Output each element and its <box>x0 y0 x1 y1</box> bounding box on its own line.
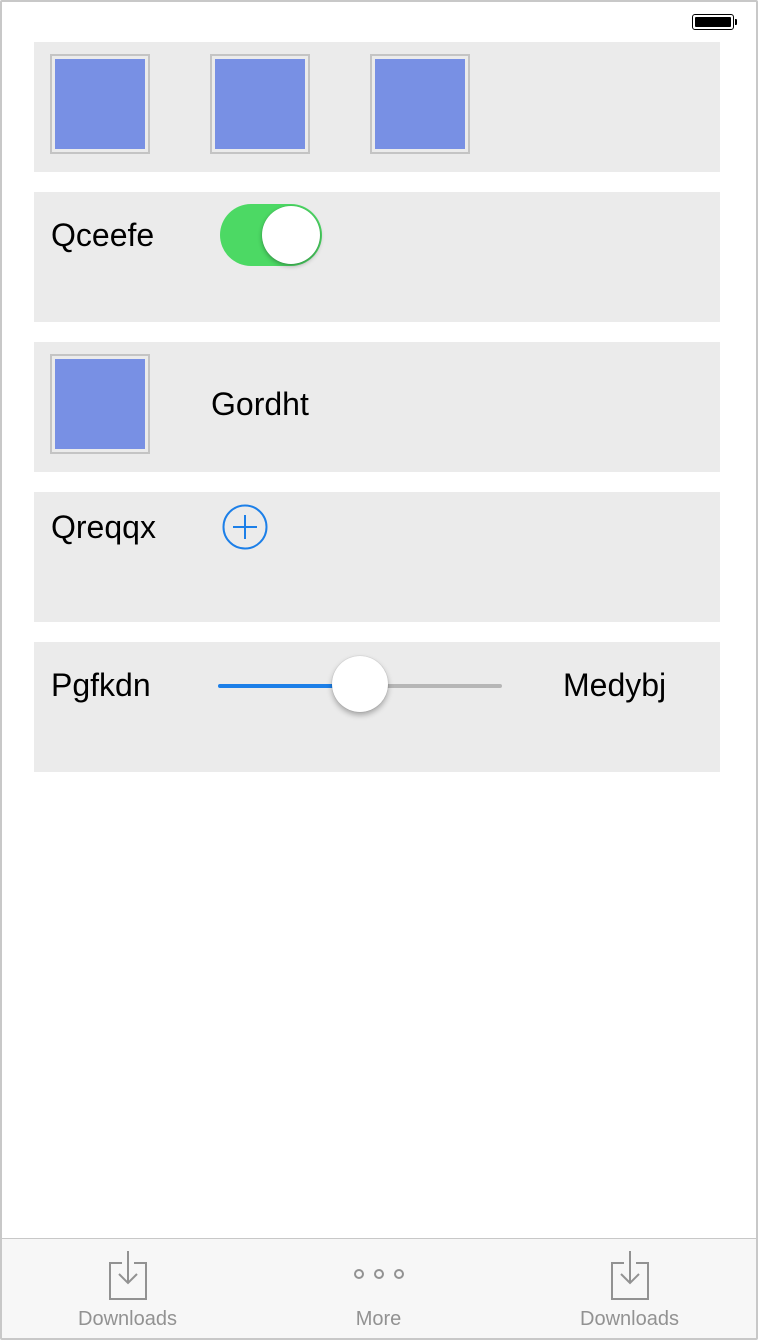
image-placeholder[interactable] <box>50 354 150 454</box>
tab-downloads[interactable]: Downloads <box>504 1239 755 1338</box>
toggle-knob <box>262 206 320 264</box>
app-screen: Qceefe Gordht Qreqqx Pgfkdn Medybj Downl… <box>0 0 758 1340</box>
toggle-row-label: Qceefe <box>51 217 155 253</box>
add-row: Qreqqx <box>34 492 720 622</box>
download-icon <box>610 1251 649 1300</box>
tab-downloads[interactable]: Downloads <box>2 1239 253 1338</box>
tab-label: Downloads <box>580 1308 679 1330</box>
image-placeholder[interactable] <box>210 54 310 154</box>
add-row-label: Qreqqx <box>51 509 156 545</box>
toggle-switch[interactable] <box>220 204 322 266</box>
battery-full-icon <box>692 14 737 32</box>
slider-row-label: Pgfkdn <box>51 667 151 703</box>
toggle-row: Qceefe <box>34 192 720 322</box>
slider-thumb[interactable] <box>332 656 388 712</box>
tab-bar: Downloads More Downloads <box>2 1238 756 1338</box>
image-placeholder[interactable] <box>370 54 470 154</box>
download-icon <box>108 1251 147 1300</box>
tab-more[interactable]: More <box>253 1239 504 1338</box>
more-dots-icon <box>353 1269 404 1279</box>
image-row-label: Gordht <box>211 386 309 422</box>
tab-label: Downloads <box>78 1308 177 1330</box>
slider-row: Pgfkdn Medybj <box>34 642 720 772</box>
image-placeholder[interactable] <box>50 54 150 154</box>
add-circle-icon[interactable] <box>222 504 268 550</box>
image-label-row: Gordht <box>34 342 720 472</box>
slider-value-label: Medybj <box>563 667 667 703</box>
image-row <box>34 42 720 172</box>
tab-label: More <box>355 1308 402 1330</box>
